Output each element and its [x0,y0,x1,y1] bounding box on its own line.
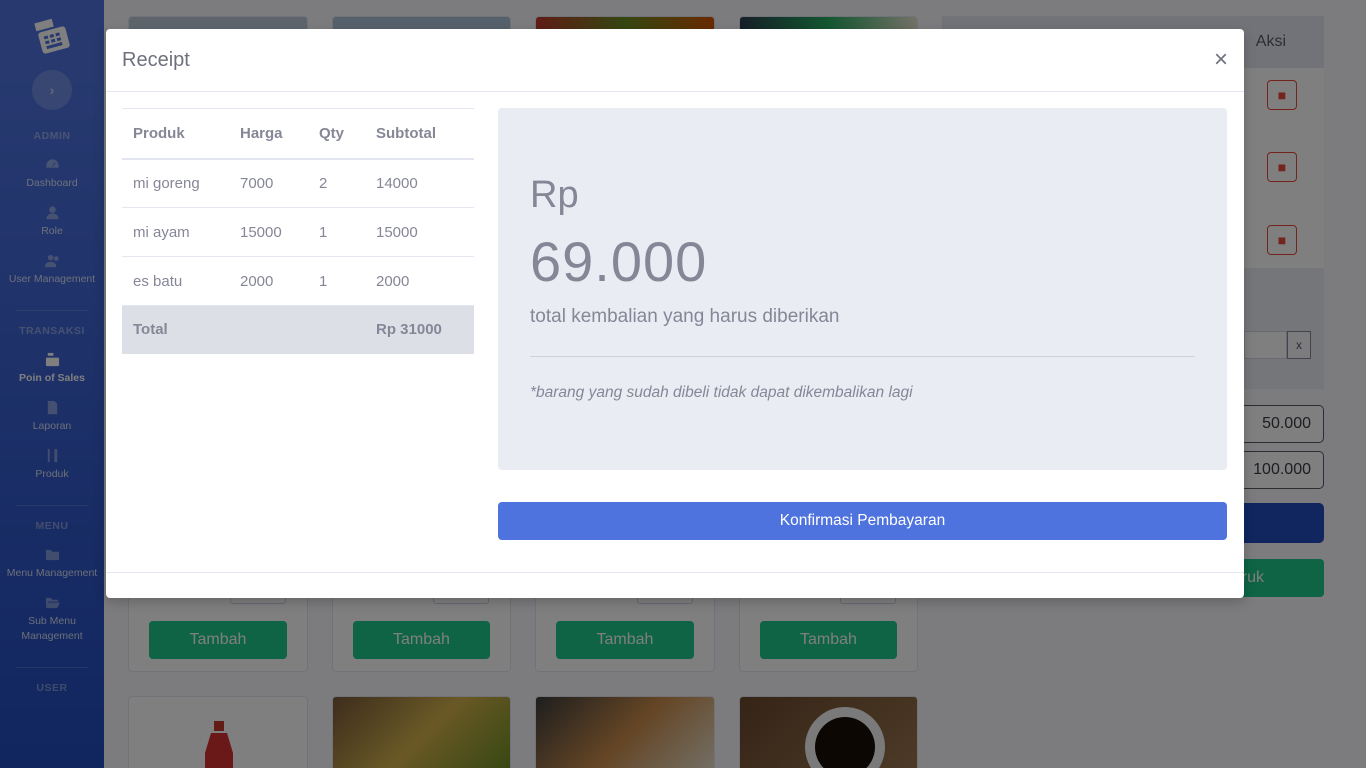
cell-subtotal: 14000 [365,158,474,208]
change-amount: 69.000 [530,230,708,293]
receipt-modal: Receipt × Produk Harga Qty Subtotal mi g… [106,29,1244,598]
receipt-table: Produk Harga Qty Subtotal mi goreng 7000… [122,108,474,354]
table-header-row: Produk Harga Qty Subtotal [122,108,474,160]
cell-harga: 2000 [229,256,308,306]
table-row: mi ayam 15000 1 15000 [122,207,474,257]
summary-divider [530,356,1195,357]
cell-qty: 2 [308,158,365,208]
cell-produk: mi goreng [122,158,229,208]
cell-produk: es batu [122,256,229,306]
currency-label: Rp [530,174,579,216]
column-header-subtotal: Subtotal [365,108,474,160]
table-row: es batu 2000 1 2000 [122,256,474,306]
total-label: Total [122,305,229,354]
cell-qty: 1 [308,256,365,306]
empty-cell [308,305,365,354]
return-policy-note: *barang yang sudah dibeli tidak dapat di… [530,384,913,401]
column-header-qty: Qty [308,108,365,160]
cell-harga: 7000 [229,158,308,208]
column-header-harga: Harga [229,108,308,160]
confirm-payment-button[interactable]: Konfirmasi Pembayaran [498,502,1227,540]
empty-cell [229,305,308,354]
modal-footer [106,572,1244,573]
column-header-produk: Produk [122,108,229,160]
cell-subtotal: 2000 [365,256,474,306]
cell-harga: 15000 [229,207,308,257]
cell-produk: mi ayam [122,207,229,257]
cell-qty: 1 [308,207,365,257]
change-summary-panel: Rp 69.000 total kembalian yang harus dib… [498,108,1227,470]
modal-title: Receipt [122,48,190,71]
close-icon[interactable]: × [1214,48,1228,72]
table-row: mi goreng 7000 2 14000 [122,158,474,208]
change-description: total kembalian yang harus diberikan [530,306,840,327]
modal-header: Receipt × [106,29,1244,92]
cell-subtotal: 15000 [365,207,474,257]
total-value: Rp 31000 [365,305,474,354]
total-row: Total Rp 31000 [122,305,474,354]
